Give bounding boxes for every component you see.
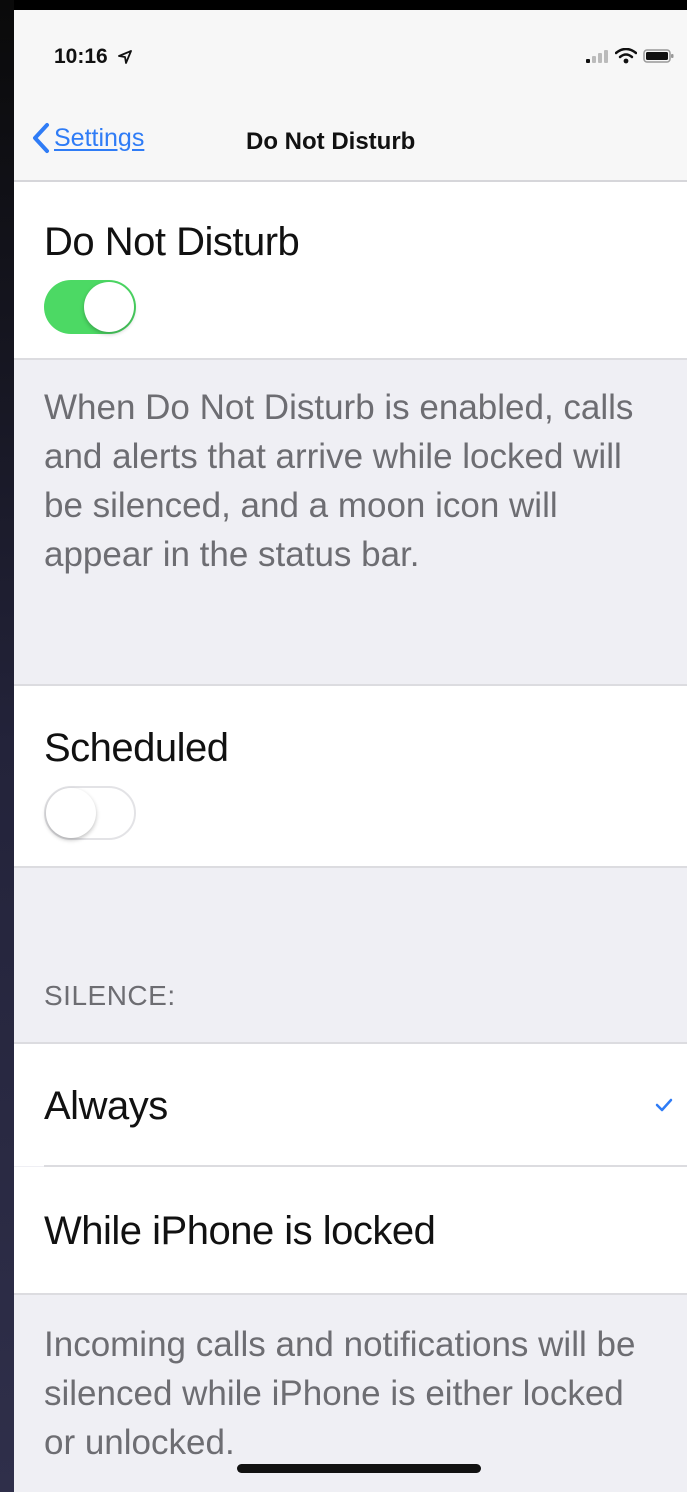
location-arrow-icon <box>117 50 132 64</box>
scheduled-label: Scheduled <box>44 726 229 770</box>
status-bar: 10:16 <box>14 10 687 100</box>
dnd-toggle[interactable] <box>44 280 136 334</box>
toggle-knob <box>84 282 134 332</box>
silence-option-while-locked[interactable]: While iPhone is locked <box>14 1167 687 1293</box>
divider <box>14 358 687 360</box>
scheduled-toggle[interactable] <box>44 786 136 840</box>
silence-section-header: SILENCE: <box>44 980 176 1011</box>
option-label: While iPhone is locked <box>44 1209 436 1253</box>
screen: 10:16 Settings Do Not Disturb Do Not Dis… <box>14 10 687 1492</box>
device-bezel-top <box>0 0 687 10</box>
divider <box>14 866 687 868</box>
status-icons <box>585 48 675 64</box>
dnd-label: Do Not Disturb <box>44 220 300 264</box>
divider <box>14 1293 687 1295</box>
dnd-description: When Do Not Disturb is enabled, calls an… <box>44 388 634 574</box>
toggle-knob <box>46 788 96 838</box>
signal-icon <box>586 50 608 63</box>
checkmark-icon <box>655 1098 673 1112</box>
home-indicator[interactable] <box>237 1464 481 1473</box>
page-title: Do Not Disturb <box>246 128 416 155</box>
battery-icon <box>643 49 674 63</box>
scheduled-cell: Scheduled <box>14 686 687 866</box>
back-button[interactable]: Settings <box>32 122 144 154</box>
wifi-icon <box>615 48 637 64</box>
device-bezel-left <box>0 0 14 1492</box>
status-time: 10:16 <box>54 45 132 69</box>
navigation-bar: Settings Do Not Disturb <box>14 100 687 182</box>
option-label: Always <box>44 1084 168 1128</box>
silence-option-always[interactable]: Always <box>14 1044 687 1166</box>
silence-footer: Incoming calls and notifications will be… <box>44 1325 636 1462</box>
dnd-cell: Do Not Disturb <box>14 182 687 358</box>
chevron-left-icon <box>33 123 49 153</box>
back-button-label: Settings <box>54 123 145 152</box>
